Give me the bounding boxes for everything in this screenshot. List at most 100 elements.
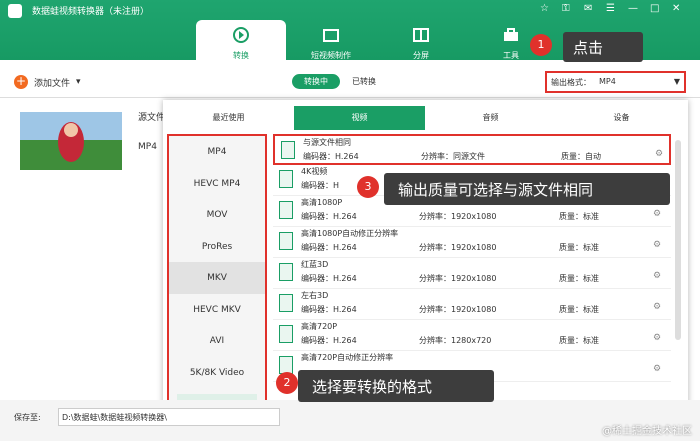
format-tabs: 最近使用 视频 音频 设备: [163, 106, 688, 130]
format-item[interactable]: MP4: [169, 136, 265, 168]
nav-split-screen[interactable]: 分屏: [376, 20, 466, 66]
preset-file-icon: [281, 141, 295, 159]
callout-2-text: 选择要转换的格式: [312, 378, 433, 396]
format-item[interactable]: MOV: [169, 199, 265, 231]
preset-quality: 质量：自动: [561, 152, 601, 161]
preset-name: 4K视频: [301, 167, 328, 176]
convert-icon: [233, 27, 249, 43]
preset-codec: 编码器：H.264: [301, 305, 357, 314]
main-nav: 转换 短视频制作 分屏 工具: [196, 20, 556, 66]
chevron-down-icon[interactable]: ▾: [76, 77, 81, 87]
output-format-select[interactable]: 输出格式： MP4 ▼: [545, 71, 686, 93]
gear-icon[interactable]: ⚙: [655, 149, 663, 159]
preset-name: 高清1080P自动修正分辨率: [301, 229, 399, 238]
preset-name: 红蓝3D: [301, 260, 329, 269]
format-list: MP4 HEVC MP4 MOV ProRes MKV HEVC MKV AVI…: [167, 134, 267, 418]
preset-file-icon: [279, 170, 293, 188]
preset-row[interactable]: 高清1080P自动修正分辨率 编码器：H.264 分辨率：1920x1080 质…: [273, 227, 671, 258]
split-screen-icon: [413, 28, 429, 42]
menu-icon[interactable]: ☰: [606, 3, 615, 14]
tab-device[interactable]: 设备: [556, 106, 687, 130]
preset-quality: 质量：标准: [559, 336, 599, 345]
mail-icon[interactable]: ✉: [584, 3, 592, 14]
gear-icon[interactable]: ⚙: [653, 271, 661, 281]
video-thumbnail[interactable]: [20, 112, 122, 170]
nav-convert-label: 转换: [233, 51, 249, 60]
step-1-marker: 1: [530, 34, 552, 56]
nav-short-video[interactable]: 短视频制作: [286, 20, 376, 66]
gear-icon[interactable]: ⚙: [653, 302, 661, 312]
nav-split-screen-label: 分屏: [413, 51, 429, 60]
preset-resolution: 分辨率：1920x1080: [419, 212, 497, 221]
preset-quality: 质量：标准: [559, 243, 599, 252]
preset-resolution: 分辨率：同源文件: [421, 152, 485, 161]
app-title: 数据蛙视频转换器（未注册）: [32, 7, 150, 17]
format-item[interactable]: 5K/8K Video: [169, 357, 265, 389]
nav-tools-label: 工具: [503, 51, 519, 60]
star-icon[interactable]: ☆: [540, 3, 549, 14]
toolbox-icon: [504, 28, 518, 41]
preset-name: 高清1080P: [301, 198, 343, 207]
gear-icon[interactable]: ⚙: [653, 209, 661, 219]
save-to-label: 保存至:: [14, 413, 41, 422]
preset-name: 高清720P: [301, 322, 338, 331]
format-item[interactable]: HEVC MP4: [169, 168, 265, 200]
close-icon[interactable]: ✕: [672, 3, 680, 14]
preset-row[interactable]: 左右3D 编码器：H.264 分辨率：1920x1080 质量：标准 ⚙: [273, 289, 671, 320]
callout-1-text: 点击: [573, 39, 604, 57]
save-bar: 保存至: D:\数据蛙\数据蛙视频转换器\: [0, 400, 700, 441]
save-path-field[interactable]: D:\数据蛙\数据蛙视频转换器\: [58, 408, 280, 426]
preset-row[interactable]: 与源文件相同 编码器：H.264 分辨率：同源文件 质量：自动 ⚙: [273, 134, 671, 165]
thumbnail-image: [20, 112, 122, 170]
preset-quality: 质量：标准: [559, 274, 599, 283]
tab-video[interactable]: 视频: [294, 106, 425, 130]
preset-codec: 编码器：H.264: [301, 336, 357, 345]
tab-audio[interactable]: 音频: [425, 106, 556, 130]
preset-row[interactable]: 高清720P 编码器：H.264 分辨率：1280x720 质量：标准 ⚙: [273, 320, 671, 351]
file-item: 源文件 MP4: [0, 100, 165, 400]
nav-convert[interactable]: 转换: [196, 20, 286, 66]
gear-icon[interactable]: ⚙: [653, 364, 661, 374]
preset-codec: 编码器：H.264: [303, 152, 359, 161]
gear-icon[interactable]: ⚙: [653, 333, 661, 343]
status-toggle: 转换中 已转换: [292, 74, 388, 89]
preset-codec: 编码器：H.264: [301, 243, 357, 252]
minimize-icon[interactable]: —: [628, 3, 638, 14]
dropdown-arrow-icon: ▼: [673, 77, 680, 86]
preset-resolution: 分辨率：1920x1080: [419, 243, 497, 252]
preset-file-icon: [279, 201, 293, 219]
preset-resolution: 分辨率：1280x720: [419, 336, 492, 345]
preset-codec: 编码器：H.264: [301, 274, 357, 283]
add-file-button[interactable]: + 添加文件 ▾: [14, 75, 81, 89]
preset-file-icon: [279, 263, 293, 281]
step-2-marker: 2: [276, 372, 298, 394]
format-item[interactable]: HEVC MKV: [169, 294, 265, 326]
gear-icon[interactable]: ⚙: [653, 240, 661, 250]
callout-3: 输出质量可选择与源文件相同: [384, 173, 670, 205]
watermark: @稀土掘金技术社区: [602, 426, 692, 437]
format-item[interactable]: AVI: [169, 325, 265, 357]
add-file-label: 添加文件: [34, 78, 71, 89]
tab-converted[interactable]: 已转换: [340, 74, 388, 89]
tab-recent[interactable]: 最近使用: [163, 106, 294, 130]
maximize-icon[interactable]: □: [650, 3, 659, 14]
lock-icon[interactable]: ⚿: [562, 3, 570, 14]
source-file-name: 源文件: [138, 113, 166, 123]
preset-row[interactable]: 红蓝3D 编码器：H.264 分辨率：1920x1080 质量：标准 ⚙: [273, 258, 671, 289]
preset-name: 高清720P自动修正分辨率: [301, 353, 394, 362]
video-icon: [323, 29, 339, 42]
preset-quality: 质量：标准: [559, 212, 599, 221]
nav-short-video-label: 短视频制作: [311, 51, 351, 60]
preset-file-icon: [279, 232, 293, 250]
output-format-value: MP4: [599, 77, 616, 86]
app-logo-icon: [8, 4, 22, 18]
tab-converting[interactable]: 转换中: [292, 74, 340, 89]
format-item-selected[interactable]: MKV: [169, 262, 265, 294]
callout-3-text: 输出质量可选择与源文件相同: [398, 181, 594, 199]
format-item[interactable]: ProRes: [169, 231, 265, 263]
preset-resolution: 分辨率：1920x1080: [419, 305, 497, 314]
preset-name: 左右3D: [301, 291, 329, 300]
preset-codec: 编码器：H: [301, 181, 340, 190]
preset-scrollbar[interactable]: [675, 140, 681, 340]
preset-name: 与源文件相同: [303, 138, 351, 147]
